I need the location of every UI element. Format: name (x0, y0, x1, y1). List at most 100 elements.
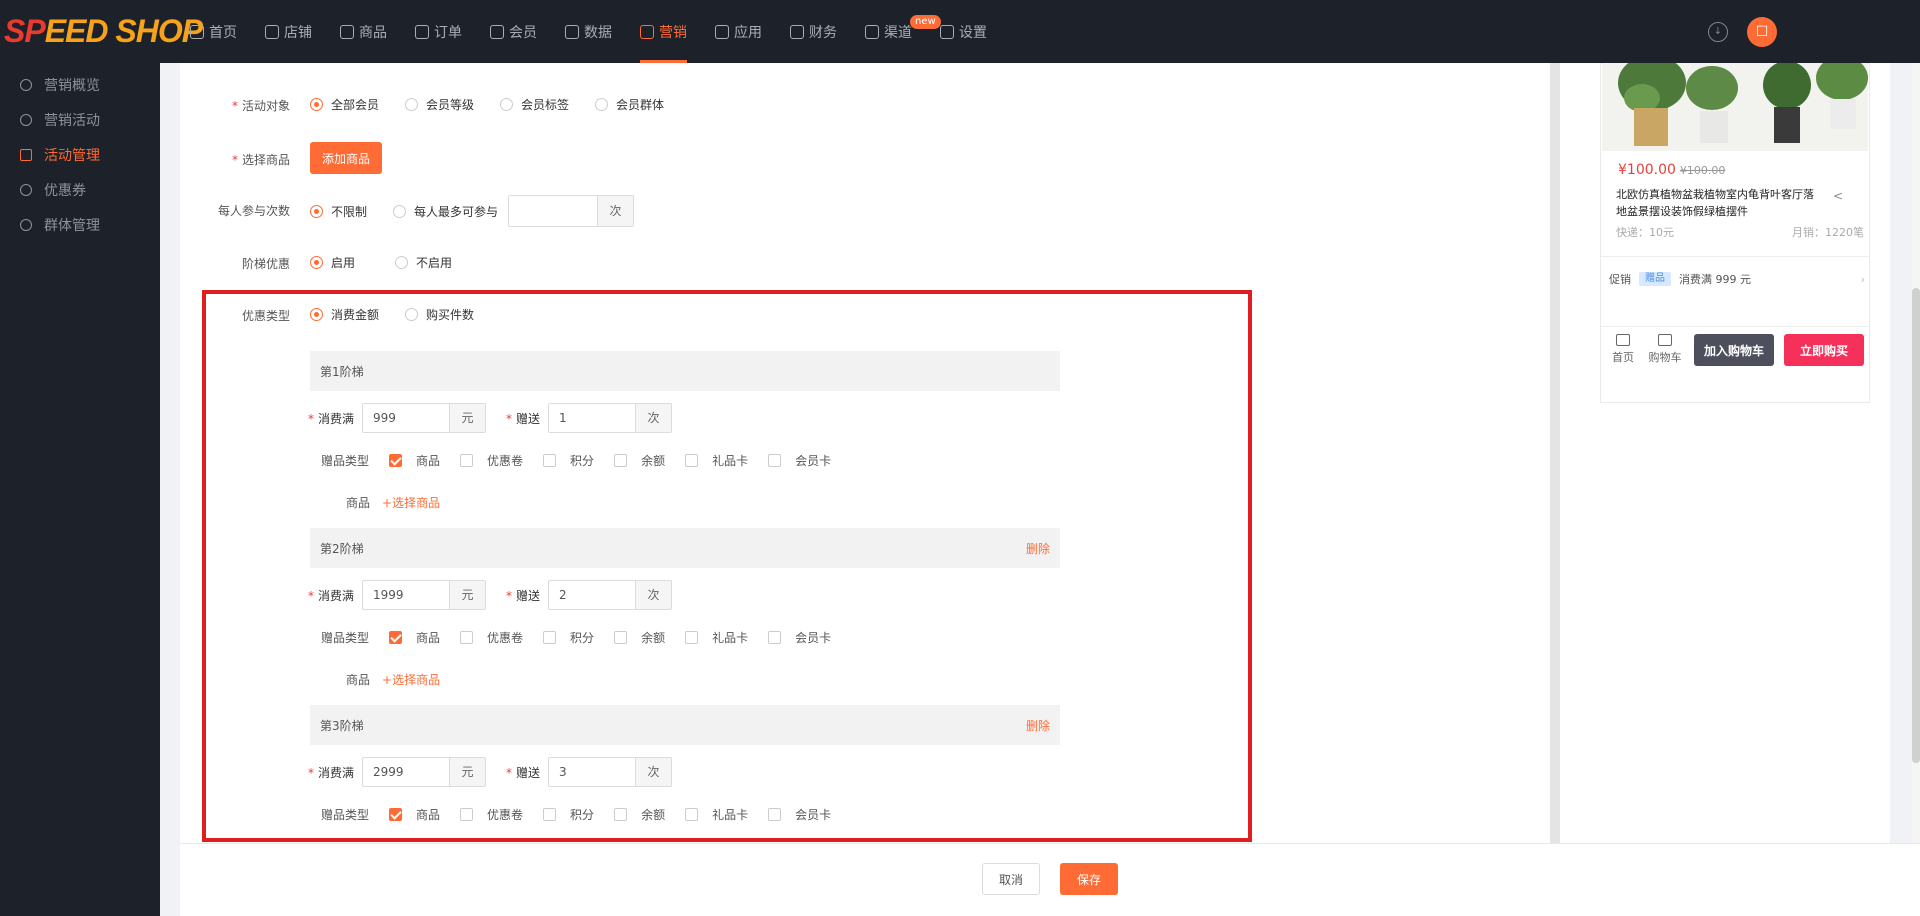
nav-data[interactable]: 数据 (565, 0, 612, 63)
add-product-button[interactable]: 添加商品 (310, 142, 383, 174)
store-icon (1616, 334, 1630, 346)
nav-member[interactable]: 会员 (490, 0, 537, 63)
radio-icon (500, 98, 514, 111)
tier-2-type-membercard[interactable]: 会员卡 (768, 629, 831, 646)
tier-1-gift-input[interactable] (549, 404, 636, 432)
add-to-cart-button[interactable]: 加入购物车 (1694, 334, 1774, 366)
product-icon (340, 24, 354, 39)
tier-3-type-coupon[interactable]: 优惠卷 (460, 806, 523, 823)
divider (1601, 256, 1869, 257)
checkbox-checked-icon (389, 631, 403, 644)
channel-icon (865, 24, 879, 39)
tier-3-type-membercard[interactable]: 会员卡 (768, 806, 831, 823)
tier-option-enable[interactable]: 启用 (310, 254, 355, 271)
tier-1-product-row: 商品 +选择商品 (346, 494, 441, 511)
avatar[interactable]: ☐ (1747, 17, 1777, 47)
nav-settings[interactable]: 设置 (940, 0, 987, 63)
sidebar-item-overview[interactable]: 营销概览 (0, 67, 160, 102)
nav-finance[interactable]: 财务 (790, 0, 837, 63)
tier-3-gift-types: 赠品类型 商品 优惠卷 积分 余额 礼品卡 会员卡 (321, 806, 832, 823)
chart-icon (565, 24, 579, 39)
tier-3-type-balance[interactable]: 余额 (614, 806, 665, 823)
tier-1-select-product-link[interactable]: +选择商品 (382, 494, 440, 511)
tier-3-type-product[interactable]: 商品 (389, 806, 440, 823)
tier-label: 阶梯优惠 (241, 257, 290, 271)
times-input[interactable] (509, 197, 598, 225)
nav-home[interactable]: 首页 (190, 0, 237, 63)
buy-now-button[interactable]: 立即购买 (1784, 334, 1864, 366)
tier-1-type-giftcard[interactable]: 礼品卡 (685, 452, 748, 469)
tier-1-type-membercard[interactable]: 会员卡 (768, 452, 831, 469)
tier-2-type-coupon[interactable]: 优惠卷 (460, 629, 523, 646)
nav-marketing[interactable]: 营销 (640, 0, 687, 63)
tier-1-header: 第1阶梯 (310, 351, 1060, 391)
settings-icon (940, 24, 954, 39)
radio-icon (405, 308, 419, 321)
tier-option-disable[interactable]: 不启用 (395, 254, 452, 271)
plant-image (1602, 63, 1868, 151)
checkbox-icon (460, 454, 474, 467)
sidebar-item-coupons[interactable]: 优惠券 (0, 172, 160, 207)
checkbox-icon (685, 808, 699, 821)
discount-option-amount[interactable]: 消费金额 (310, 306, 379, 323)
checkbox-checked-icon (389, 454, 403, 467)
times-input-group: 次 (508, 195, 635, 227)
tier-1-spend-row: *消费满 元 *赠送 次 (308, 403, 673, 433)
tier-2-select-product-link[interactable]: +选择商品 (382, 671, 440, 688)
checkbox-icon (543, 808, 557, 821)
nav-channel[interactable]: 渠道 new (865, 0, 941, 63)
sidebar-item-activity-management[interactable]: 活动管理 (0, 137, 160, 172)
tier-3-gift-input[interactable] (549, 758, 636, 786)
tier-3-delete-link[interactable]: 删除 (1026, 717, 1050, 734)
tier-1-type-coupon[interactable]: 优惠卷 (460, 452, 523, 469)
tier-2-delete-link[interactable]: 删除 (1026, 540, 1050, 557)
nav-app[interactable]: 应用 (715, 0, 762, 63)
page-scrollbar-thumb[interactable] (1912, 288, 1920, 763)
share-icon[interactable]: < (1833, 189, 1843, 203)
tier-2-type-product[interactable]: 商品 (389, 629, 440, 646)
cart-icon (1658, 334, 1672, 346)
form-scrollbar[interactable] (1550, 63, 1560, 843)
target-option-tag[interactable]: 会员标签 (500, 96, 569, 113)
tier-2-type-points[interactable]: 积分 (543, 629, 594, 646)
preview-nav-cart[interactable]: 购物车 (1648, 334, 1682, 365)
times-option-unlimited[interactable]: 不限制 (310, 203, 367, 220)
preview-nav-home[interactable]: 首页 (1606, 334, 1640, 365)
tier-1-type-product[interactable]: 商品 (389, 452, 440, 469)
home-icon (190, 24, 204, 39)
tier-2-type-giftcard[interactable]: 礼品卡 (685, 629, 748, 646)
target-option-all[interactable]: 全部会员 (310, 96, 379, 113)
discount-type-label: 优惠类型 (241, 309, 290, 323)
sidebar-item-groups[interactable]: 群体管理 (0, 207, 160, 242)
checkbox-icon (543, 631, 557, 644)
discount-option-quantity[interactable]: 购买件数 (405, 306, 474, 323)
tier-3-spend-group: 元 (362, 757, 487, 787)
app-icon (715, 24, 729, 39)
target-option-group[interactable]: 会员群体 (595, 96, 664, 113)
tier-1-type-balance[interactable]: 余额 (614, 452, 665, 469)
tier-3-type-giftcard[interactable]: 礼品卡 (685, 806, 748, 823)
tier-1-type-points[interactable]: 积分 (543, 452, 594, 469)
chevron-right-icon: › (1860, 272, 1865, 286)
promo-row[interactable]: 促销 赠品 消费满 999 元 › (1609, 271, 1865, 287)
sidebar-item-campaigns[interactable]: 营销活动 (0, 102, 160, 137)
tier-2-spend-input[interactable] (363, 581, 450, 609)
tier-1-spend-input[interactable] (363, 404, 450, 432)
tier-3-spend-input[interactable] (363, 758, 450, 786)
download-icon[interactable]: ↓ (1708, 22, 1728, 42)
overview-icon (20, 78, 32, 91)
tier-2-gift-group: 次 (548, 580, 673, 610)
main-nav: 首页 店铺 商品 订单 会员 数据 营销 应用 财务 渠道 new 设置 (190, 0, 1015, 63)
tier-3-type-points[interactable]: 积分 (543, 806, 594, 823)
times-option-max[interactable]: 每人最多可参与 (393, 203, 498, 220)
speed-shop-logo[interactable]: SPEED SHOP (4, 14, 203, 48)
target-option-level[interactable]: 会员等级 (405, 96, 474, 113)
tier-2-gift-input[interactable] (549, 581, 636, 609)
cancel-button[interactable]: 取消 (982, 863, 1040, 895)
tier-2-type-balance[interactable]: 余额 (614, 629, 665, 646)
checkbox-icon (614, 631, 628, 644)
nav-product[interactable]: 商品 (340, 0, 387, 63)
nav-order[interactable]: 订单 (415, 0, 462, 63)
save-button[interactable]: 保存 (1060, 863, 1118, 895)
nav-store[interactable]: 店铺 (265, 0, 312, 63)
